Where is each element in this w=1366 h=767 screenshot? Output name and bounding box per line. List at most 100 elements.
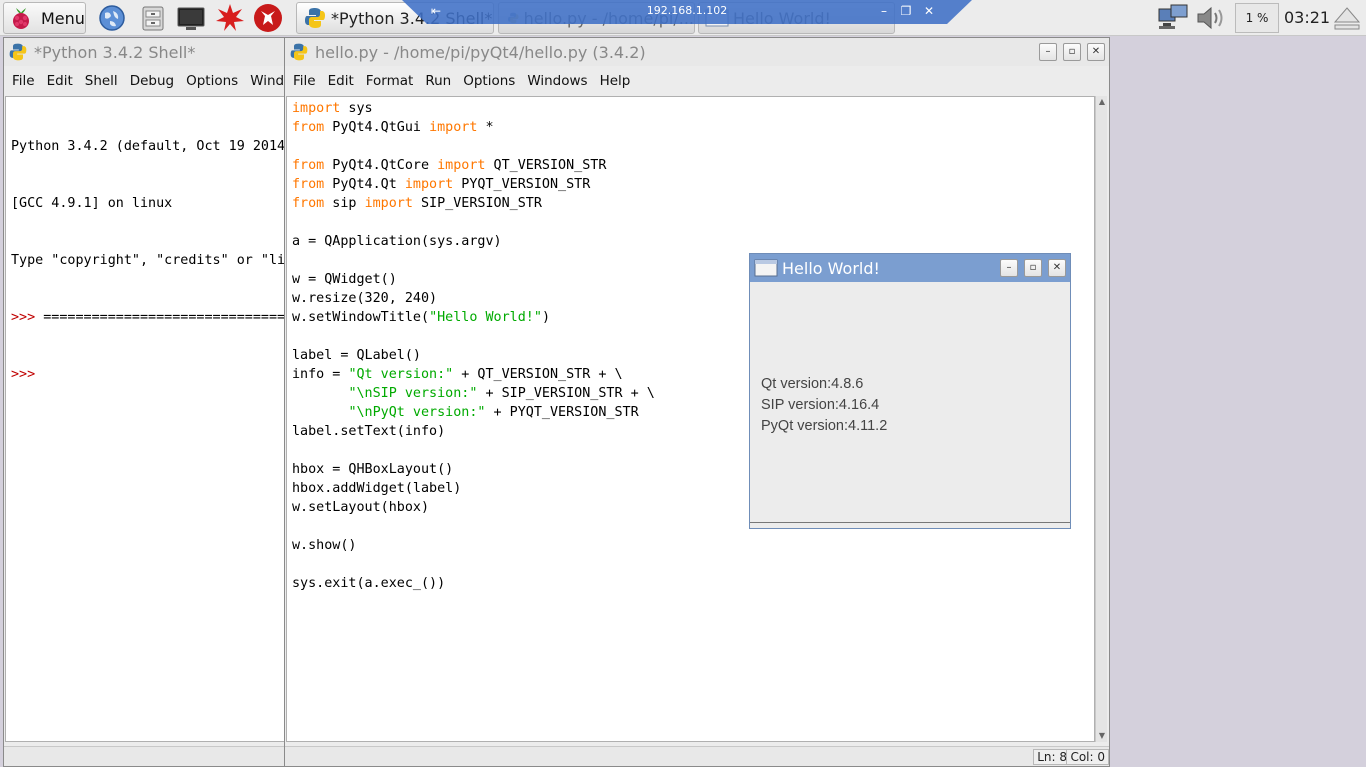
code-token: PYQT_VERSION_STR [453,177,591,192]
string-token: "\nPyQt version:" [348,405,486,420]
shell-prompt: >>> [11,310,36,325]
menu-run[interactable]: Run [419,73,457,89]
window-title: *Python 3.4.2 Shell* [34,42,196,62]
menu-file[interactable]: File [6,73,41,89]
keyword-token: from [292,196,325,211]
code-line: from PyQt4.QtCore import QT_VERSION_STR [292,156,1094,175]
code-token: + PYQT_VERSION_STR [485,405,639,420]
status-line: Ln: 8 [1033,749,1071,765]
restart-text: ================================ RESTART… [43,310,285,325]
shell-input-line[interactable]: >>> [11,365,284,384]
code-token: w = QWidget() [292,272,397,287]
string-token: "Hello World!" [429,310,542,325]
maximize-button[interactable]: ▫ [1024,259,1042,277]
code-token: hbox = QHBoxLayout() [292,462,454,477]
code-token: label = QLabel() [292,348,421,363]
menu-debug[interactable]: Debug [124,73,180,89]
status-col: Col: 0 [1066,749,1109,765]
scroll-down-icon[interactable]: ▼ [1096,730,1108,742]
shell-titlebar[interactable]: *Python 3.4.2 Shell* [4,38,286,66]
code-token: a = QApplication(sys.argv) [292,234,502,249]
shell-line: Type "copyright", "credits" or "license(… [11,253,285,268]
maximize-button[interactable]: ▫ [1063,43,1081,61]
code-token: SIP_VERSION_STR [412,196,542,211]
wolfram-icon[interactable] [253,3,283,33]
editor-statusbar: Ln: 8 Col: 0 [285,746,1109,766]
keyword-token: from [292,120,325,135]
window-title: Hello World! [782,258,880,278]
code-token: + QT_VERSION_STR + \ [453,367,623,382]
code-line: from PyQt4.QtGui import * [292,118,1094,137]
code-token: sys [340,101,373,116]
keyword-token: import [429,120,478,135]
vertical-scrollbar[interactable]: ▲ ▼ [1095,96,1107,742]
python-shell-window: *Python 3.4.2 Shell* File Edit Shell Deb… [3,37,310,767]
code-line: a = QApplication(sys.argv) [292,232,1094,251]
remote-restore-icon[interactable]: ❐ [898,3,914,19]
shell-restart-line: >>> ================================ RES… [11,308,284,327]
menu-edit[interactable]: Edit [41,73,79,89]
network-icon[interactable] [1157,3,1189,33]
menu-windows[interactable]: Windows [521,73,593,89]
code-line: w.show() [292,536,1094,555]
close-button[interactable]: ✕ [1048,259,1066,277]
code-token: PyQt4.Qt [324,177,405,192]
pyqt-version-text: PyQt version:4.11.2 [761,418,888,434]
remote-close-icon[interactable]: ✕ [921,3,937,19]
terminal-icon[interactable] [176,3,206,33]
version-label: Qt version:4.8.6 SIP version:4.16.4 PyQt… [761,374,887,437]
code-token: info = [292,367,349,382]
cpu-monitor[interactable]: 1 % [1235,3,1279,33]
shell-statusbar [4,746,286,766]
code-line: import sys [292,99,1094,118]
code-line: from PyQt4.Qt import PYQT_VERSION_STR [292,175,1094,194]
taskbar: Menu *Python 3.4.2 Shell* hello.py - /ho [0,0,1366,36]
string-token: "Qt version:" [348,367,454,382]
code-token: hbox.addWidget(label) [292,481,462,496]
keyword-token: from [292,177,325,192]
menu-edit[interactable]: Edit [322,73,360,89]
hello-titlebar[interactable]: Hello World! – ▫ ✕ [750,254,1070,282]
qt-version-text: Qt version:4.8.6 [761,376,864,392]
code-token: QT_VERSION_STR [485,158,607,173]
menu-options[interactable]: Options [457,73,521,89]
menu-shell[interactable]: Shell [79,73,124,89]
main-menu-button[interactable]: Menu [3,2,86,34]
shell-prompt: >>> [11,367,36,382]
shell-output[interactable]: Python 3.4.2 (default, Oct 19 2014, 13:3… [5,96,285,742]
window-title: hello.py - /home/pi/pyQt4/hello.py (3.4.… [315,42,646,62]
math-kernel-icon[interactable] [215,3,245,33]
python-icon [290,43,308,61]
menu-format[interactable]: Format [360,73,420,89]
volume-icon[interactable] [1195,3,1229,33]
window-bottom-edge [750,522,1070,528]
python-icon [9,43,27,61]
minimize-button[interactable]: – [1000,259,1018,277]
eject-icon[interactable] [1332,3,1362,33]
keyword-token: import [437,158,486,173]
code-token: w.show() [292,538,357,553]
close-button[interactable]: ✕ [1087,43,1105,61]
remote-minimize-icon[interactable]: – [876,3,892,19]
minimize-button[interactable]: – [1039,43,1057,61]
menu-file[interactable]: File [287,73,322,89]
code-token: sys.exit(a.exec_()) [292,576,446,591]
raspberry-icon [13,8,29,29]
code-token: label.setText(info) [292,424,446,439]
file-manager-icon[interactable] [138,3,168,33]
shell-line: [GCC 4.9.1] on linux [11,196,173,211]
scroll-up-icon[interactable]: ▲ [1096,96,1108,108]
code-token: w.resize(320, 240) [292,291,438,306]
editor-titlebar[interactable]: hello.py - /home/pi/pyQt4/hello.py (3.4.… [285,38,1109,66]
web-browser-icon[interactable] [97,3,127,33]
string-token: "\nSIP version:" [348,386,478,401]
menu-options[interactable]: Options [180,73,244,89]
menu-help[interactable]: Help [594,73,637,89]
code-token: ) [541,310,550,325]
keyword-token: import [292,101,341,116]
code-token: PyQt4.QtGui [324,120,430,135]
clock[interactable]: 03:21 [1284,8,1330,27]
